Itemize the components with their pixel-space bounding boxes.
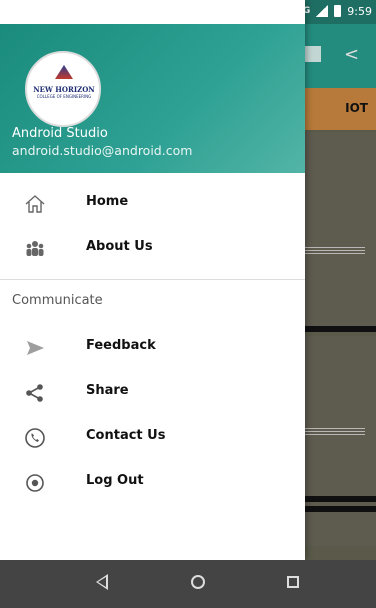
- drawer-item-about-us[interactable]: About Us: [0, 226, 305, 270]
- back-icon[interactable]: [96, 574, 108, 590]
- drawer-header: NEW HORIZON COLLEGE OF ENGINEERING Andro…: [0, 24, 305, 173]
- drawer-item-label: Feedback: [86, 338, 156, 353]
- drawer-item-label: Home: [86, 194, 129, 209]
- recent-apps-icon[interactable]: [287, 576, 299, 588]
- college-logo: NEW HORIZON COLLEGE OF ENGINEERING: [25, 51, 101, 127]
- menu-action-icon: [305, 46, 321, 62]
- drawer-item-label: About Us: [86, 239, 153, 254]
- drawer-item-label: Share: [86, 383, 129, 398]
- logo-subtitle: COLLEGE OF ENGINEERING: [36, 94, 92, 99]
- send-icon: [24, 337, 46, 359]
- navigation-drawer: NEW HORIZON COLLEGE OF ENGINEERING Andro…: [0, 0, 305, 560]
- radio-icon: [24, 472, 46, 494]
- toolbar-share-icon: <: [344, 44, 360, 65]
- signal-icon: [316, 5, 329, 17]
- user-email: android.studio@android.com: [12, 143, 193, 158]
- drawer-item-contact-us[interactable]: Contact Us: [0, 415, 305, 459]
- phone-icon: [24, 427, 46, 449]
- logo-emblem-icon: [55, 65, 73, 79]
- drawer-item-label: Log Out: [86, 473, 144, 488]
- home-icon: [24, 193, 46, 215]
- home-button-icon[interactable]: [191, 575, 205, 589]
- drawer-item-home[interactable]: Home: [0, 181, 305, 225]
- user-name: Android Studio: [12, 126, 108, 141]
- drawer-item-label: Contact Us: [86, 428, 166, 443]
- system-navigation-bar: [0, 560, 376, 608]
- tab-iot: IOT: [345, 101, 368, 115]
- share-icon: [24, 382, 46, 404]
- logo-title: NEW HORIZON: [33, 85, 95, 94]
- drawer-item-log-out[interactable]: Log Out: [0, 460, 305, 504]
- status-time: 9:59: [347, 4, 372, 18]
- battery-icon: [334, 5, 342, 17]
- drawer-item-feedback[interactable]: Feedback: [0, 325, 305, 369]
- group-icon: [24, 238, 46, 260]
- drawer-divider: [0, 279, 305, 280]
- drawer-item-share[interactable]: Share: [0, 370, 305, 414]
- section-communicate-title: Communicate: [12, 293, 103, 308]
